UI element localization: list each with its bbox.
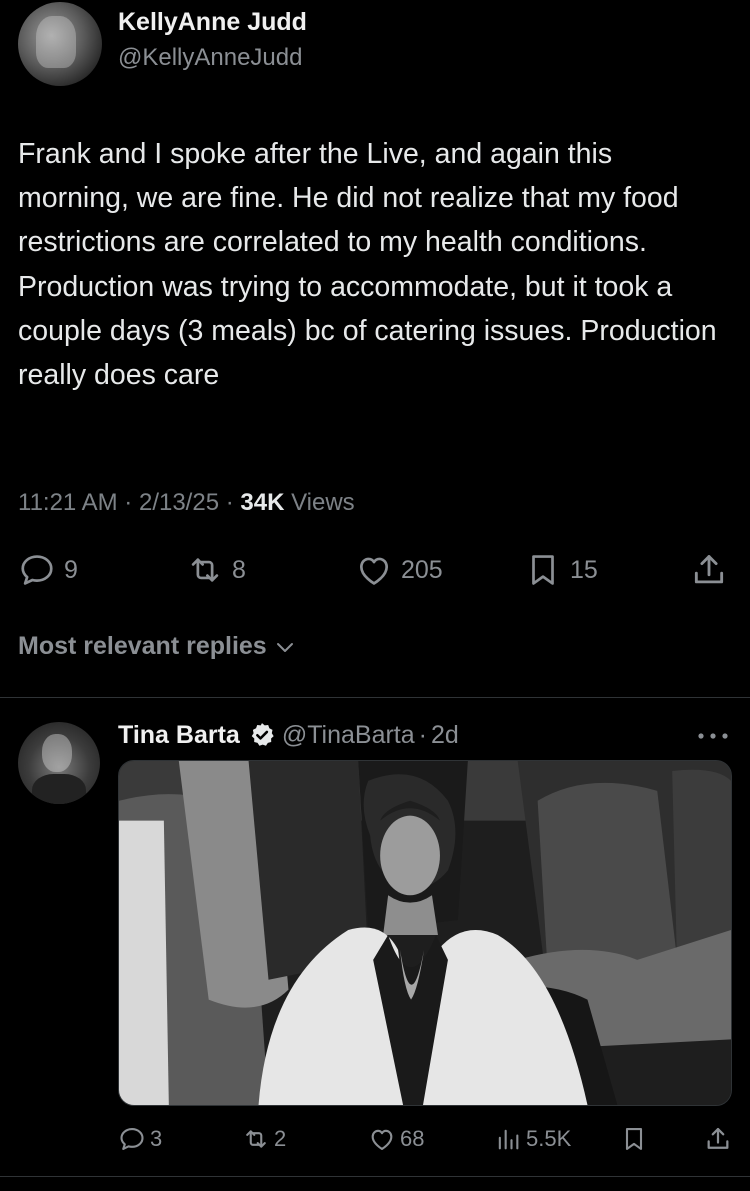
meta-separator: · [418, 720, 427, 749]
reply-like-button[interactable]: 68 [368, 1122, 424, 1156]
reply-media-image[interactable] [118, 760, 732, 1106]
share-button[interactable] [690, 548, 728, 592]
speech-bubble-icon [21, 555, 53, 585]
speech-bubble-icon [120, 1128, 144, 1150]
chevron-down-icon [276, 642, 293, 652]
reply-reply-button[interactable]: 3 [118, 1122, 162, 1156]
reply-views-button[interactable]: 5.5K [494, 1122, 571, 1156]
author-display-name[interactable]: KellyAnne Judd [118, 8, 307, 37]
reply-author-name[interactable]: Tina Barta [118, 721, 240, 750]
bar-chart-icon [498, 1129, 519, 1150]
more-horizontal-icon[interactable] [696, 728, 730, 744]
reply-like-count: 68 [400, 1126, 425, 1151]
share-icon [707, 1127, 729, 1149]
views-label: Views [291, 489, 355, 516]
reply-views-count: 5.5K [526, 1126, 572, 1151]
reply-button[interactable]: 9 [18, 548, 78, 592]
divider [0, 1176, 750, 1177]
like-button[interactable]: 205 [355, 548, 443, 592]
tweet-meta: 11:21 AM · 2/13/25 · 34K Views [18, 489, 355, 517]
meta-separator: · [225, 489, 241, 516]
repost-button[interactable]: 8 [186, 548, 246, 592]
tweet-text: Frank and I spoke after the Live, and ag… [18, 138, 717, 392]
bookmark-icon [532, 555, 554, 585]
reply-reply-count: 3 [150, 1126, 163, 1151]
reply-share-button[interactable] [704, 1122, 732, 1156]
reply-sort-dropdown[interactable]: Most relevant replies [18, 632, 297, 661]
share-icon [694, 555, 724, 584]
bookmark-button[interactable]: 15 [524, 548, 598, 592]
repost-count: 8 [232, 555, 246, 584]
reply-author-avatar[interactable] [18, 722, 100, 804]
reply-author-handle[interactable]: @TinaBarta [282, 721, 415, 750]
like-count: 205 [401, 555, 443, 584]
repost-icon [246, 1130, 266, 1148]
divider [0, 697, 750, 698]
views-count: 34K [240, 489, 285, 516]
reply-repost-count: 2 [274, 1126, 287, 1151]
reply-count: 9 [64, 555, 78, 584]
heart-icon [371, 1129, 393, 1150]
bookmark-icon [625, 1128, 643, 1150]
tweet-date[interactable]: 2/13/25 [139, 489, 219, 516]
author-avatar[interactable] [18, 2, 102, 86]
author-handle[interactable]: @KellyAnneJudd [118, 44, 302, 72]
heart-icon [359, 557, 389, 585]
tweet-time[interactable]: 11:21 AM [18, 489, 118, 516]
reply-bookmark-button[interactable] [620, 1122, 648, 1156]
reply-age[interactable]: 2d [431, 721, 459, 750]
reply-sort-label: Most relevant replies [18, 632, 267, 660]
photo-illustration [119, 761, 731, 1105]
repost-icon [191, 558, 219, 582]
verified-badge-icon [251, 723, 274, 746]
reply-repost-button[interactable]: 2 [242, 1122, 286, 1156]
bookmark-count: 15 [570, 555, 598, 584]
meta-separator: · [124, 489, 139, 516]
reply-header: Tina Barta @TinaBarta · 2d [118, 718, 459, 752]
